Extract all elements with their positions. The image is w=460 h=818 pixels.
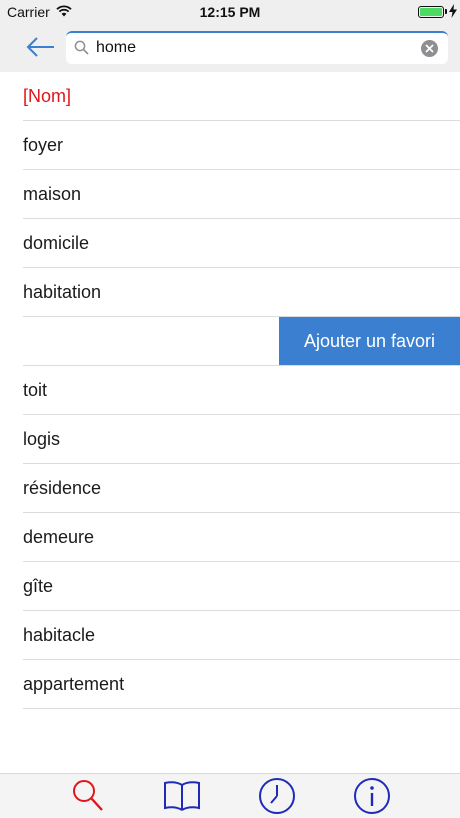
arrow-left-icon bbox=[26, 37, 54, 57]
list-item[interactable]: maison bbox=[0, 170, 460, 219]
tab-search[interactable] bbox=[67, 776, 109, 816]
back-button[interactable] bbox=[24, 34, 58, 60]
battery-level bbox=[420, 8, 442, 16]
list-item[interactable]: foyer bbox=[0, 121, 460, 170]
tab-history[interactable] bbox=[256, 776, 298, 816]
list-item[interactable]: toit bbox=[0, 366, 460, 415]
list-item[interactable]: demeure bbox=[0, 513, 460, 562]
charging-icon bbox=[449, 4, 457, 23]
list-item[interactable]: appartement bbox=[0, 660, 460, 709]
search-icon bbox=[73, 780, 103, 811]
add-favorite-button[interactable]: Ajouter un favori bbox=[279, 317, 460, 365]
status-time: 12:15 PM bbox=[199, 4, 261, 20]
list-item[interactable]: habitation bbox=[0, 268, 460, 317]
info-icon bbox=[354, 778, 390, 814]
book-icon bbox=[164, 781, 200, 811]
search-header bbox=[0, 24, 460, 72]
search-box bbox=[66, 31, 448, 64]
results-list: [Nom] foyer maison domicile habitation A… bbox=[0, 72, 460, 709]
clear-circle-icon bbox=[425, 44, 434, 53]
battery-icon bbox=[418, 6, 444, 18]
battery-tip bbox=[445, 9, 447, 14]
status-bar: Carrier 12:15 PM bbox=[0, 0, 460, 24]
clock-icon bbox=[259, 778, 295, 814]
tab-info[interactable] bbox=[351, 776, 393, 816]
category-header: [Nom] bbox=[0, 72, 460, 121]
list-item[interactable]: habitacle bbox=[0, 611, 460, 660]
list-item[interactable]: domicile bbox=[0, 219, 460, 268]
list-item-swiped[interactable]: Ajouter un favori bbox=[0, 317, 460, 366]
magnifier-icon bbox=[74, 40, 89, 60]
search-input[interactable] bbox=[96, 36, 414, 60]
list-item[interactable]: résidence bbox=[0, 464, 460, 513]
tab-dictionary[interactable] bbox=[161, 776, 203, 816]
list-item[interactable]: gîte bbox=[0, 562, 460, 611]
list-item[interactable]: logis bbox=[0, 415, 460, 464]
tab-bar bbox=[0, 773, 460, 818]
clear-search-button[interactable] bbox=[421, 40, 438, 57]
